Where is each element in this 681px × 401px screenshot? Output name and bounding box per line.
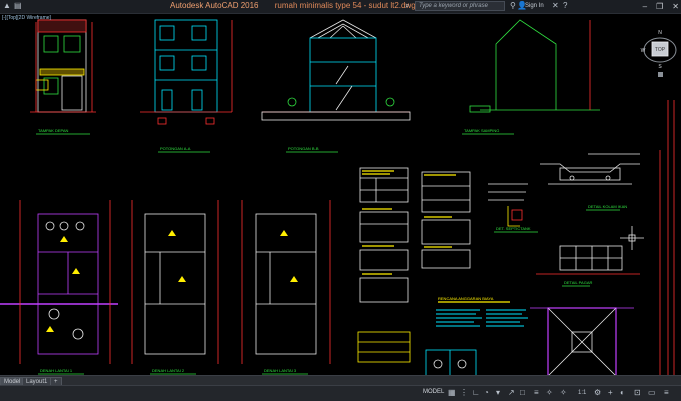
viewcube[interactable]: TOP N W S [640,20,680,80]
minimize-button[interactable]: – [643,0,647,13]
file-name: rumah minimalis type 54 - sudut lt2.dwg [274,1,416,10]
title-pond: DETAIL KOLAM IKAN [588,204,627,209]
schedule-tables [357,167,471,363]
autocad-logo-icon[interactable]: ▲ [3,1,11,11]
side-elevation [469,19,600,113]
workspace-gear-icon[interactable]: ⚙ [594,388,601,398]
floor-plan-3 [241,200,331,364]
annotation-scale-value[interactable]: 1:1 [578,388,586,398]
viewport-controls-label[interactable]: [-][Top][2D Wireframe] [2,15,51,21]
compass-west[interactable]: W [641,48,646,54]
title-plan-1: DENAH LANTAI 1 [40,368,73,373]
command-line-grip[interactable] [0,360,4,370]
cursor-crosshair [620,226,644,250]
window-controls: – ❐ ✕ [643,0,679,13]
model-space-button[interactable]: MODEL [423,389,444,395]
search-input[interactable]: Type a keyword or phrase [415,1,505,11]
septic-tank-detail [425,349,477,375]
section-a [140,19,233,125]
site-plan [530,307,634,375]
clean-screen-icon[interactable]: ▭ [648,388,656,398]
title-septic: DET. SEPTICTANK [496,226,531,231]
app-name: Autodesk AutoCAD 2016 [170,1,259,10]
maximize-button[interactable]: ❐ [656,0,663,13]
title-section-b: POTONGAN B-B [288,146,319,151]
wcs-menu-icon[interactable] [658,72,663,77]
pond-detail [540,153,640,211]
water-trap-detail [488,183,538,233]
title-front-elevation: TAMPAK DEPAN [38,128,69,133]
isodraft-icon[interactable]: ▾ [496,388,500,398]
compass-south[interactable]: S [658,64,662,70]
drawing-canvas[interactable]: TAMPAK DEPAN POTONGAN A-A POTONGAN B-B T… [0,14,681,375]
floor-plan-2 [131,200,219,364]
window-title: Autodesk AutoCAD 2016 rumah minimalis ty… [170,1,416,10]
search-button-icon[interactable]: ⚲ [510,1,516,11]
exchange-icon[interactable]: ✕ [552,1,559,11]
title-fence: DETAIL PAGAR [564,280,592,285]
status-bar: MODEL ▦ ⋮ ∟ ◔ ▾ ↗ □ ≡ ✧ ✧ 1:1 ⚙ + ◐ ⊡ ▭ … [0,385,681,401]
title-plan-3: DENAH LANTAI 3 [264,368,297,373]
lineweight-icon[interactable]: ≡ [534,388,539,398]
title-bar: ▲ ▤ Autodesk AutoCAD 2016 rumah minimali… [0,0,681,14]
search-icon: ⌕ [405,1,410,10]
front-elevation [30,19,96,113]
isolate-objects-icon[interactable]: ◐ [620,388,625,398]
viewcube-top-label: TOP [655,47,666,53]
title-side-elevation: TAMPAK SAMPING [464,128,499,133]
help-icon[interactable]: ? [563,1,567,11]
annotation-visibility-icon[interactable]: ✧ [546,388,553,398]
close-button[interactable]: ✕ [672,0,679,13]
notes-block [436,309,528,327]
quick-access-open-icon[interactable]: ▤ [14,1,22,11]
polar-icon[interactable]: ◔ [484,388,489,398]
title-section-a: POTONGAN A-A [160,146,191,151]
annotation-scale-icon[interactable]: ✧ [560,388,567,398]
compass-north[interactable]: N [658,30,662,36]
plus-icon[interactable]: + [608,388,613,398]
section-b [261,19,411,121]
title-notes: RENCANA ANGGARAN BIAYA [438,296,494,301]
customization-menu-icon[interactable]: ≡ [664,388,669,398]
floor-plan-1 [0,200,118,364]
grid-icon[interactable]: ▦ [448,388,456,398]
title-plan-2: DENAH LANTAI 2 [152,368,185,373]
hardware-acceleration-icon[interactable]: ⊡ [634,388,641,398]
object-snap-icon[interactable]: □ [520,388,525,398]
sign-in-button[interactable]: Sign In [525,1,544,11]
object-snap-tracking-icon[interactable]: ↗ [508,388,515,398]
ortho-icon[interactable]: ∟ [472,388,480,398]
snap-icon[interactable]: ⋮ [460,388,468,398]
